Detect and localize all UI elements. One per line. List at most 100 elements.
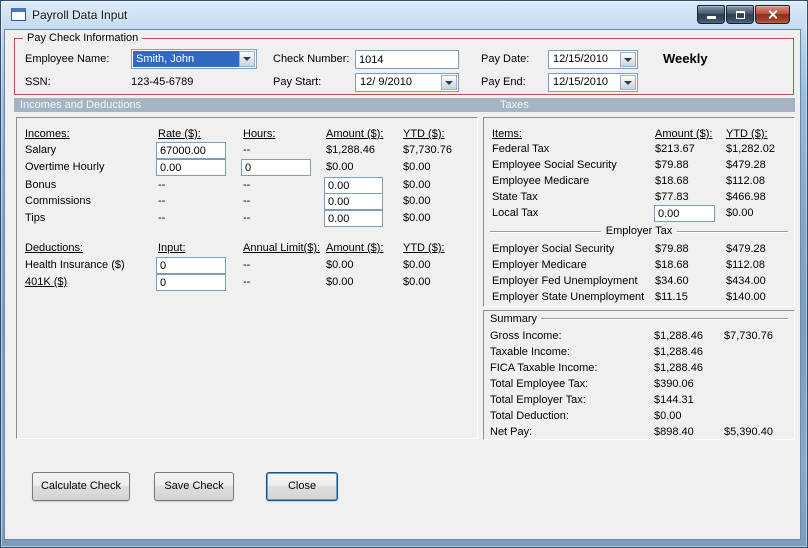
amount-cell: $1,288.46	[654, 330, 703, 342]
hours-cell: --	[243, 179, 251, 191]
overtime-rate-input[interactable]	[156, 159, 226, 176]
column-header-incomes: Incomes:	[25, 128, 70, 140]
maximize-button[interactable]	[726, 5, 754, 24]
income-row-bonus: Bonus -- -- $0.00	[17, 177, 477, 195]
amount-cell: $77.83	[655, 191, 689, 203]
ssn-label: SSN:	[25, 76, 51, 88]
overtime-hours-input[interactable]	[241, 159, 311, 176]
amount-cell: $18.68	[655, 259, 689, 271]
amount-cell: $1,288.46	[654, 346, 703, 358]
commissions-amount-input[interactable]	[324, 193, 383, 210]
rate-cell: --	[158, 179, 166, 191]
local-tax-input[interactable]	[654, 205, 715, 222]
amount-cell: $1,288.46	[326, 144, 375, 156]
ytd-cell: $140.00	[726, 291, 766, 303]
taxes-header-row: Items: Amount ($): YTD ($):	[484, 128, 794, 144]
datepicker-dropdown-button[interactable]	[441, 75, 457, 90]
amount-cell: $79.88	[655, 243, 689, 255]
calculate-check-button[interactable]: Calculate Check	[32, 472, 130, 501]
401k-input[interactable]	[156, 274, 226, 291]
pay-end-label: Pay End:	[481, 76, 526, 88]
ytd-cell: $0.00	[403, 212, 431, 224]
ytd-cell: $0.00	[403, 179, 431, 191]
maximize-icon	[735, 10, 745, 19]
rate-cell: --	[158, 212, 166, 224]
pay-start-datepicker[interactable]: 12/ 9/2010	[355, 73, 459, 92]
column-header-ytd: YTD ($):	[726, 128, 768, 140]
tax-row-local: Local Tax $0.00	[484, 205, 794, 223]
ytd-cell: $0.00	[403, 276, 431, 288]
summary-label: Total Employer Tax:	[490, 394, 586, 406]
combo-dropdown-button[interactable]	[239, 51, 255, 67]
summary-row-total-deduction: Total Deduction: $0.00	[484, 410, 794, 426]
section-header-bar: Incomes and Deductions Taxes	[14, 98, 795, 112]
employee-name-combobox[interactable]: Smith, John	[131, 49, 257, 69]
pay-end-datepicker[interactable]: 12/15/2010	[548, 73, 638, 92]
save-check-button[interactable]: Save Check	[154, 472, 234, 501]
pay-end-value: 12/15/2010	[553, 76, 609, 88]
caption-line	[541, 318, 788, 320]
summary-row-total-employer-tax: Total Employer Tax: $144.31	[484, 394, 794, 410]
deduction-401k-link[interactable]: 401K ($)	[25, 276, 67, 289]
chevron-down-icon	[445, 80, 453, 85]
tax-label: Employer Medicare	[492, 259, 587, 271]
pay-date-datepicker[interactable]: 12/15/2010	[548, 50, 638, 69]
column-header-items: Items:	[492, 128, 522, 140]
close-dialog-button[interactable]: Close	[266, 472, 338, 501]
amount-cell: $18.68	[655, 175, 689, 187]
check-number-label: Check Number:	[273, 53, 350, 65]
ssn-value: 123-45-6789	[131, 76, 194, 88]
ytd-cell: $434.00	[726, 275, 766, 287]
bonus-amount-input[interactable]	[324, 177, 383, 194]
datepicker-dropdown-button[interactable]	[620, 75, 636, 90]
tax-row-employer-medicare: Employer Medicare $18.68 $112.08	[484, 259, 794, 275]
summary-label: Net Pay:	[490, 426, 533, 438]
paycheck-info-title: Pay Check Information	[23, 32, 143, 44]
salary-rate-input[interactable]	[156, 142, 226, 159]
amount-cell: $0.00	[326, 161, 354, 173]
income-label: Tips	[25, 212, 46, 224]
amount-cell: $213.67	[655, 143, 695, 155]
summary-row-gross: Gross Income: $1,288.46 $7,730.76	[484, 330, 794, 346]
employer-tax-section-title: Employer Tax	[600, 225, 678, 237]
summary-caption: Summary	[490, 313, 788, 325]
tax-row-state: State Tax $77.83 $466.98	[484, 191, 794, 207]
column-header-hours: Hours:	[243, 128, 276, 140]
tax-row-employer-state-unemp: Employer State Unemployment $11.15 $140.…	[484, 291, 794, 307]
ytd-cell: $7,730.76	[724, 330, 773, 342]
tax-label: Employer State Unemployment	[492, 291, 645, 303]
column-header-ytd: YTD ($):	[403, 128, 445, 140]
employee-name-selected: Smith, John	[133, 51, 239, 67]
client-area: Pay Check Information Employee Name: Smi…	[4, 29, 801, 540]
hours-cell: --	[243, 212, 251, 224]
minimize-button[interactable]	[697, 5, 725, 24]
ytd-cell: $0.00	[726, 207, 754, 219]
tax-label: Employer Social Security	[492, 243, 615, 255]
check-number-input[interactable]	[355, 50, 459, 69]
ytd-cell: $479.28	[726, 243, 766, 255]
summary-title: Summary	[490, 313, 538, 325]
summary-panel: Summary Gross Income: $1,288.46 $7,730.7…	[483, 310, 795, 440]
health-insurance-input[interactable]	[156, 257, 226, 274]
deductions-header-row: Deductions: Input: Annual Limit($): Amou…	[17, 242, 477, 258]
minimize-icon	[706, 16, 716, 19]
tips-amount-input[interactable]	[324, 210, 383, 227]
summary-label: Total Employee Tax:	[490, 378, 589, 390]
close-icon	[767, 9, 778, 20]
tax-label: Employer Fed Unemployment	[492, 275, 638, 287]
title-bar[interactable]: Payroll Data Input	[1, 1, 807, 29]
column-header-input: Input:	[158, 242, 186, 254]
limit-cell: --	[243, 259, 251, 271]
datepicker-dropdown-button[interactable]	[620, 52, 636, 67]
tax-label: Employee Medicare	[492, 175, 590, 187]
hours-cell: --	[243, 195, 251, 207]
tax-label: Employee Social Security	[492, 159, 617, 171]
summary-row-taxable: Taxable Income: $1,288.46	[484, 346, 794, 362]
close-button[interactable]	[755, 5, 790, 24]
income-row-overtime: Overtime Hourly $0.00 $0.00	[17, 159, 477, 177]
pay-start-label: Pay Start:	[273, 76, 322, 88]
amount-cell: $79.88	[655, 159, 689, 171]
summary-row-total-employee-tax: Total Employee Tax: $390.06	[484, 378, 794, 394]
tax-label: Federal Tax	[492, 143, 550, 155]
incomes-deductions-panel: Incomes: Rate ($): Hours: Amount ($): YT…	[16, 117, 478, 439]
